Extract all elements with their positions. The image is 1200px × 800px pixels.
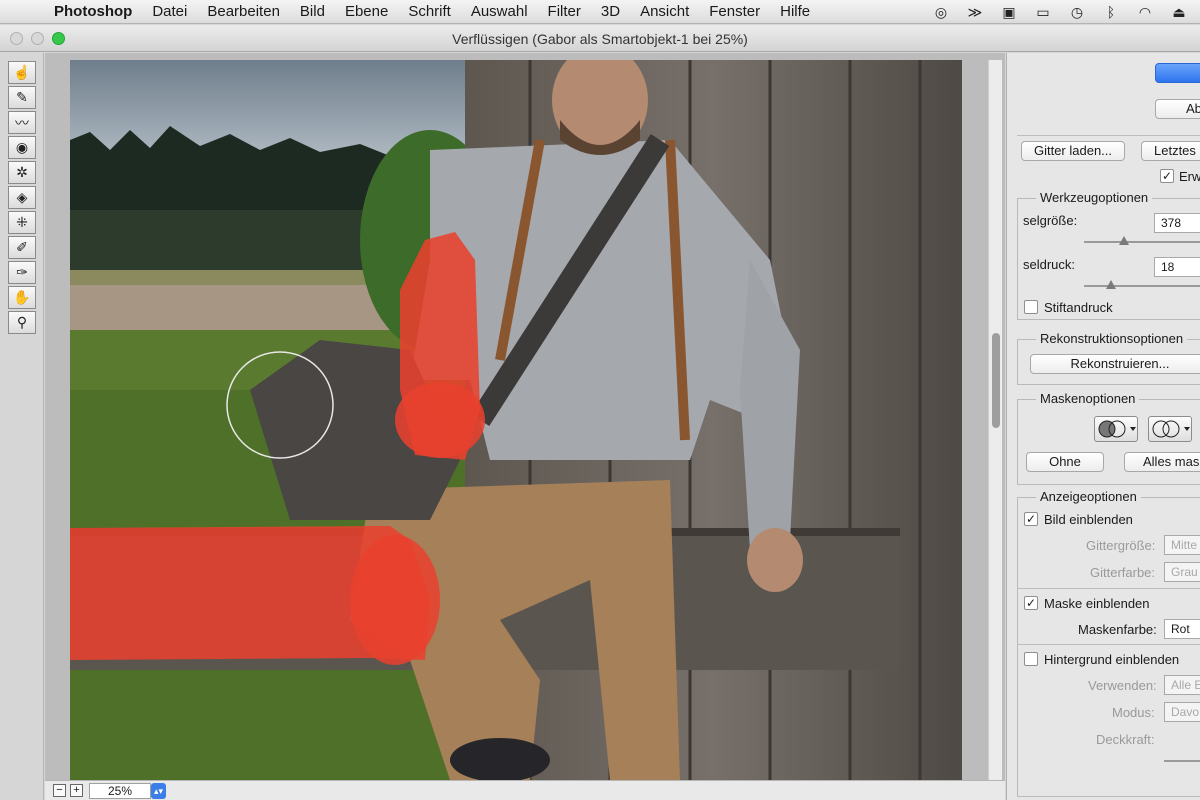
mask-none-button[interactable]: Ohne: [1026, 452, 1104, 472]
brush-size-slider-knob[interactable]: [1119, 236, 1129, 245]
stylus-pressure-checkbox[interactable]: [1024, 300, 1038, 314]
vertical-scrollbar[interactable]: [988, 60, 1002, 780]
zoom-icon[interactable]: ⚲: [8, 311, 36, 334]
menu-datei[interactable]: Datei: [142, 3, 197, 20]
advanced-mode-label: Erw: [1179, 169, 1200, 184]
mask-add-icon[interactable]: [1148, 416, 1192, 442]
mask-options-legend: Maskenoptionen: [1036, 391, 1140, 406]
bluetooth-icon[interactable]: ᛒ: [1100, 3, 1122, 21]
mode-select[interactable]: Davo: [1164, 702, 1200, 722]
show-mask-checkbox[interactable]: ✓: [1024, 596, 1038, 610]
time-machine-icon[interactable]: ◷: [1066, 3, 1088, 21]
show-backdrop-checkbox[interactable]: [1024, 652, 1038, 666]
hand-icon[interactable]: ✋: [8, 286, 36, 309]
forward-warp-icon[interactable]: ☝: [8, 61, 36, 84]
load-mesh-button[interactable]: Gitter laden...: [1021, 141, 1125, 161]
liquify-options-panel: Ab Gitter laden... Letztes ✓ Erw Werkzeu…: [1006, 53, 1200, 800]
preview-area: − + 25% ▴▾: [45, 53, 1005, 800]
brush-pressure-slider-knob[interactable]: [1106, 280, 1116, 289]
view-options-legend: Anzeigeoptionen: [1036, 489, 1141, 504]
reconstruct-icon[interactable]: ✎: [8, 86, 36, 109]
menubar: Photoshop Datei Bearbeiten Bild Ebene Sc…: [0, 0, 1200, 24]
smooth-icon[interactable]: 〰: [8, 111, 36, 134]
brush-pressure-label: seldruck:: [1023, 257, 1076, 272]
show-image-label: Bild einblenden: [1044, 512, 1133, 527]
status-tray: ◎ ≫ ▣ ▭ ◷ ᛒ ◠ ⏏: [930, 2, 1190, 22]
divider: [1018, 644, 1200, 645]
menu-ebene[interactable]: Ebene: [335, 3, 398, 20]
reconstruct-options-legend: Rekonstruktionsoptionen: [1036, 331, 1188, 346]
twirl-icon[interactable]: ◉: [8, 136, 36, 159]
mesh-size-label: Gittergröße:: [1086, 538, 1156, 553]
menu-bild[interactable]: Bild: [290, 3, 335, 20]
creative-cloud-icon[interactable]: ◎: [930, 3, 952, 21]
mask-color-select[interactable]: Rot: [1164, 619, 1200, 639]
brush-size-slider[interactable]: [1084, 236, 1200, 245]
opacity-slider[interactable]: [1164, 760, 1200, 762]
advanced-mode-checkbox[interactable]: ✓: [1160, 169, 1174, 183]
push-left-icon[interactable]: ⁜: [8, 211, 36, 234]
use-label: Verwenden:: [1088, 678, 1157, 693]
brush-size-label: selgröße:: [1023, 213, 1078, 228]
hand-icon[interactable]: ≫: [964, 3, 986, 21]
window-title: Verflüssigen (Gabor als Smartobjekt-1 be…: [452, 31, 748, 47]
bloat-icon[interactable]: ◈: [8, 186, 36, 209]
view-options-group: Anzeigeoptionen ✓ Bild einblenden Gitter…: [1017, 489, 1200, 797]
liquify-toolbar: ☝ ✎ 〰 ◉ ✲ ◈ ⁜ ✐ ✑ ✋ ⚲: [0, 53, 44, 800]
mask-color-label: Maskenfarbe:: [1078, 622, 1157, 637]
ok-button[interactable]: [1155, 63, 1200, 83]
pucker-icon[interactable]: ✲: [8, 161, 36, 184]
zoom-level-field[interactable]: 25%: [89, 783, 151, 799]
show-backdrop-label: Hintergrund einblenden: [1044, 652, 1180, 667]
load-last-mesh-button[interactable]: Letztes: [1141, 141, 1200, 161]
photo-illustration: [70, 60, 962, 780]
menu-schrift[interactable]: Schrift: [398, 3, 461, 20]
divider: [1017, 135, 1200, 136]
menu-filter[interactable]: Filter: [538, 3, 591, 20]
display-icon[interactable]: ▣: [998, 3, 1020, 21]
mask-replace-icon[interactable]: [1094, 416, 1138, 442]
brush-pressure-slider[interactable]: [1084, 280, 1200, 289]
menu-app-photoshop[interactable]: Photoshop: [44, 3, 142, 20]
cancel-button[interactable]: Ab: [1155, 99, 1200, 119]
window-titlebar: Verflüssigen (Gabor als Smartobjekt-1 be…: [0, 25, 1200, 52]
mode-label: Modus:: [1112, 705, 1155, 720]
thaw-mask-icon[interactable]: ✑: [8, 261, 36, 284]
mask-all-button[interactable]: Alles mas: [1124, 452, 1200, 472]
menu-auswahl[interactable]: Auswahl: [461, 3, 538, 20]
opacity-label: Deckkraft:: [1096, 732, 1155, 747]
reconstruct-options-group: Rekonstruktionsoptionen Rekonstruieren..…: [1017, 331, 1200, 385]
preview-image[interactable]: [70, 60, 962, 780]
menu-3d[interactable]: 3D: [591, 3, 630, 20]
mesh-color-label: Gitterfarbe:: [1090, 565, 1156, 580]
menu-fenster[interactable]: Fenster: [699, 3, 770, 20]
menu-ansicht[interactable]: Ansicht: [630, 3, 699, 20]
zoom-bar: − + 25% ▴▾: [45, 780, 1005, 800]
menu-bearbeiten[interactable]: Bearbeiten: [197, 3, 290, 20]
freeze-mask-icon[interactable]: ✐: [8, 236, 36, 259]
brush-size-field[interactable]: 378: [1154, 213, 1200, 233]
zoom-dropdown-icon[interactable]: ▴▾: [151, 783, 166, 799]
mesh-size-select[interactable]: Mitte: [1164, 535, 1200, 555]
scrollbar-thumb[interactable]: [992, 333, 1000, 428]
brush-pressure-field[interactable]: 18: [1154, 257, 1200, 277]
show-image-checkbox[interactable]: ✓: [1024, 512, 1038, 526]
mesh-color-select[interactable]: Grau: [1164, 562, 1200, 582]
tool-options-group: Werkzeugoptionen selgröße: 378 seldruck:…: [1017, 190, 1200, 320]
show-mask-label: Maske einblenden: [1044, 596, 1150, 611]
use-select[interactable]: Alle E: [1164, 675, 1200, 695]
stylus-pressure-label: Stiftandruck: [1044, 300, 1113, 315]
wifi-icon[interactable]: ◠: [1134, 3, 1156, 21]
airplay-icon[interactable]: ▭: [1032, 3, 1054, 21]
divider: [1018, 588, 1200, 589]
zoom-out-button[interactable]: −: [53, 784, 66, 797]
eject-icon[interactable]: ⏏: [1168, 3, 1190, 21]
zoom-in-button[interactable]: +: [70, 784, 83, 797]
reconstruct-button[interactable]: Rekonstruieren...: [1030, 354, 1200, 374]
menu-hilfe[interactable]: Hilfe: [770, 3, 820, 20]
tool-options-legend: Werkzeugoptionen: [1036, 190, 1153, 205]
mask-options-group: Maskenoptionen Ohne Alles mas: [1017, 391, 1200, 485]
